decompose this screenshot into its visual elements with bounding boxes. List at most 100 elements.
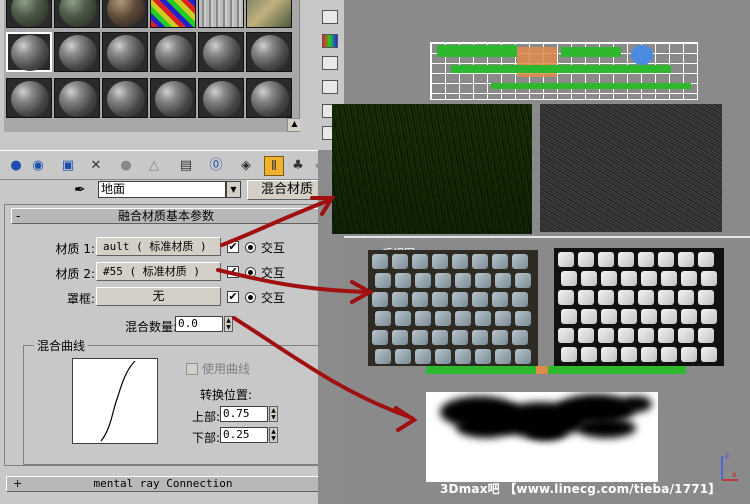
mask-interactive-radio[interactable] bbox=[245, 292, 256, 303]
cobblestone-tile bbox=[392, 330, 408, 345]
cobblestone-tile bbox=[678, 328, 694, 343]
show-end-result-icon[interactable]: ⫴ bbox=[264, 156, 284, 176]
cobblestone-tile bbox=[415, 349, 431, 364]
show-map-icon[interactable]: ◈ bbox=[236, 156, 256, 176]
cobblestone-tile bbox=[618, 290, 634, 305]
make-copy-icon[interactable]: ● bbox=[116, 156, 136, 176]
material-slot[interactable] bbox=[150, 0, 196, 28]
material-slot[interactable] bbox=[246, 32, 292, 72]
mix-amount-field[interactable]: 0.0 bbox=[175, 316, 223, 332]
cobblestone-tile bbox=[495, 273, 511, 288]
background-icon[interactable] bbox=[322, 34, 338, 48]
cobblestone-tile bbox=[515, 273, 531, 288]
cobblestone-tile bbox=[475, 349, 491, 364]
cobblestone-tile bbox=[661, 347, 677, 362]
mental-ray-connection-rollout[interactable]: + mental ray Connection bbox=[6, 476, 320, 492]
cobblestone-tile bbox=[475, 273, 491, 288]
material-name-field[interactable]: 地面 bbox=[98, 181, 226, 198]
material-2-interactive-radio[interactable] bbox=[245, 267, 256, 278]
cobblestone-tile bbox=[618, 328, 634, 343]
material-slot[interactable] bbox=[198, 78, 244, 118]
material-id-icon[interactable]: ⓪ bbox=[206, 156, 226, 176]
use-curve-option[interactable]: 使用曲线 bbox=[186, 360, 250, 377]
cobblestone-tile bbox=[515, 349, 531, 364]
material-slot[interactable] bbox=[102, 32, 148, 72]
mask-checkbox[interactable]: ✔ bbox=[227, 291, 239, 303]
material-slot[interactable] bbox=[6, 0, 52, 28]
mask-button[interactable]: 无 bbox=[96, 287, 221, 306]
cobblestone-tile bbox=[515, 311, 531, 326]
put-library-icon[interactable]: ▤ bbox=[176, 156, 196, 176]
cobblestone-tile bbox=[455, 349, 471, 364]
material-slot[interactable] bbox=[246, 78, 292, 118]
material-slot[interactable] bbox=[246, 0, 292, 28]
material-slot[interactable] bbox=[54, 32, 100, 72]
cobblestone-tile bbox=[601, 347, 617, 362]
sample-type-icon[interactable] bbox=[322, 10, 338, 24]
material-1-button[interactable]: ault ( 标准材质 ) bbox=[96, 237, 221, 256]
reset-icon[interactable]: ✕ bbox=[86, 156, 106, 176]
cobblestone-tile bbox=[578, 252, 594, 267]
cobblestone-mask-preview bbox=[554, 248, 724, 366]
grid-plane bbox=[430, 42, 698, 100]
cobblestone-tile bbox=[492, 330, 508, 345]
material-slot[interactable] bbox=[150, 32, 196, 72]
material-slot[interactable] bbox=[54, 0, 100, 28]
upper-spinner[interactable]: ▲ ▼ bbox=[269, 406, 278, 422]
cobblestone-tile bbox=[512, 292, 528, 307]
blend-basic-params-rollout: - 融合材质基本参数 材质 1: ault ( 标准材质 ) ✔ 交互 材质 2… bbox=[4, 204, 326, 466]
material-slot[interactable] bbox=[102, 78, 148, 118]
cobblestone-tile bbox=[578, 290, 594, 305]
cobblestone-tile bbox=[601, 309, 617, 324]
rollout-header[interactable]: - 融合材质基本参数 bbox=[11, 208, 321, 224]
cobblestone-tile bbox=[558, 328, 574, 343]
material-slot[interactable] bbox=[54, 78, 100, 118]
use-curve-checkbox[interactable] bbox=[186, 363, 198, 375]
upper-field[interactable]: 0.75 bbox=[220, 406, 268, 422]
material-type-button[interactable]: 混合材质 bbox=[247, 180, 327, 200]
cobblestone-tile bbox=[415, 311, 431, 326]
mix-amount-spinner[interactable]: ▲ ▼ bbox=[224, 316, 233, 332]
material-1-interactive-radio[interactable] bbox=[245, 242, 256, 253]
cobblestone-tile bbox=[492, 254, 508, 269]
cobblestone-tile bbox=[412, 330, 428, 345]
make-preview-icon[interactable] bbox=[322, 80, 338, 94]
cobblestone-tile bbox=[432, 292, 448, 307]
mask-texture-preview bbox=[426, 392, 658, 482]
cobblestone-tile bbox=[681, 271, 697, 286]
cobblestone-tile bbox=[412, 292, 428, 307]
video-color-check-icon[interactable] bbox=[322, 56, 338, 70]
cobblestone-tile bbox=[415, 273, 431, 288]
cobblestone-tile bbox=[561, 271, 577, 286]
chevron-down-icon[interactable]: ▼ bbox=[226, 181, 241, 198]
viewport-area: 后视图 z x bbox=[318, 0, 750, 504]
mask-label: 罩框: bbox=[66, 292, 95, 306]
material-2-checkbox[interactable]: ✔ bbox=[227, 266, 239, 278]
cobblestone-tile bbox=[581, 309, 597, 324]
cobblestone-tile bbox=[678, 252, 694, 267]
material-slot[interactable] bbox=[6, 78, 52, 118]
make-unique-icon[interactable]: △ bbox=[144, 156, 164, 176]
put-to-scene-icon[interactable]: ◉ bbox=[28, 156, 48, 176]
lower-field[interactable]: 0.25 bbox=[220, 427, 268, 443]
cobblestone-tile bbox=[372, 292, 388, 307]
material-slot[interactable] bbox=[198, 0, 244, 28]
cobblestone-tile bbox=[372, 330, 388, 345]
cobblestone-tile bbox=[395, 311, 411, 326]
material-slot-selected[interactable] bbox=[6, 32, 52, 72]
cobblestone-tile bbox=[375, 273, 391, 288]
material-slot[interactable] bbox=[198, 32, 244, 72]
cobblestone-tile bbox=[392, 254, 408, 269]
material-2-button[interactable]: #55 ( 标准材质 ) bbox=[96, 262, 221, 281]
go-parent-icon[interactable]: ♣ bbox=[288, 156, 308, 176]
mask-interactive-label: 交互 bbox=[261, 291, 286, 305]
material-slot[interactable] bbox=[102, 0, 148, 28]
cobblestone-tile bbox=[375, 349, 391, 364]
material-slot[interactable] bbox=[150, 78, 196, 118]
eyedropper-icon[interactable]: ✒ bbox=[74, 181, 92, 199]
cobblestone-tile bbox=[641, 347, 657, 362]
assign-material-icon[interactable]: ▣ bbox=[58, 156, 78, 176]
material-1-checkbox[interactable]: ✔ bbox=[227, 241, 239, 253]
get-material-icon[interactable]: ● bbox=[6, 156, 26, 176]
lower-spinner[interactable]: ▲ ▼ bbox=[269, 427, 278, 443]
